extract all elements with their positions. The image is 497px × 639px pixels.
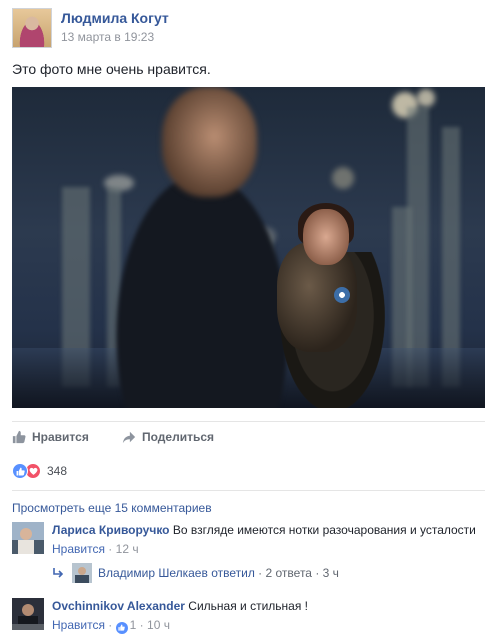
- meta-separator: ·: [108, 542, 113, 556]
- reply-time: 3 ч: [322, 566, 339, 580]
- like-icon: [12, 463, 28, 479]
- reply-separator: ·: [315, 566, 320, 580]
- commenter-avatar[interactable]: [12, 598, 44, 630]
- reply-count: 2 ответа: [265, 566, 312, 580]
- like-button[interactable]: Нравится: [12, 430, 89, 444]
- like-label: Нравится: [32, 430, 89, 444]
- comment-like-button[interactable]: Нравится: [52, 542, 105, 556]
- author-avatar[interactable]: [12, 8, 52, 48]
- post-author[interactable]: Людмила Когут: [61, 10, 169, 26]
- comment-time[interactable]: 10 ч: [147, 618, 170, 632]
- comment-meta: Нравится · 1 · 10 ч: [52, 618, 170, 634]
- post-timestamp[interactable]: 13 марта в 19:23: [61, 30, 154, 44]
- reply-separator: ·: [258, 566, 263, 580]
- comment-time[interactable]: 12 ч: [116, 542, 139, 556]
- meta-separator: ·: [108, 618, 113, 632]
- comment-text: Сильная и стильная !: [188, 599, 308, 613]
- comment-like-count[interactable]: 1: [130, 618, 137, 632]
- reply-avatar: [72, 563, 92, 583]
- post-text: Это фото мне очень нравится.: [12, 61, 211, 77]
- post-header: Людмила Когут 13 марта в 19:23: [12, 8, 482, 48]
- divider: [12, 490, 485, 491]
- reply-name: Владимир Шелкаев ответил: [98, 566, 255, 580]
- commenter-avatar[interactable]: [12, 522, 44, 554]
- share-button[interactable]: Поделиться: [122, 430, 214, 444]
- post-photo[interactable]: [12, 87, 485, 408]
- comment-body: Ovchinnikov Alexander Сильная и стильная…: [52, 599, 308, 613]
- replies-link[interactable]: Владимир Шелкаев ответил · 2 ответа · 3 …: [52, 563, 339, 583]
- comment-author[interactable]: Лариса Криворучко: [52, 523, 170, 537]
- reply-arrow-icon: [53, 568, 64, 578]
- comment-body: Лариса Криворучко Во взгляде имеются нот…: [52, 523, 476, 537]
- thumbs-up-icon: [12, 430, 26, 444]
- meta-separator: ·: [139, 618, 144, 632]
- like-icon: [115, 621, 128, 634]
- share-arrow-icon: [122, 431, 136, 444]
- share-label: Поделиться: [142, 430, 215, 444]
- reaction-count: 348: [47, 464, 68, 478]
- reactions-summary[interactable]: 348: [12, 462, 67, 480]
- view-more-comments-link[interactable]: Просмотреть еще 15 комментариев: [12, 501, 212, 515]
- comment-text: Во взгляде имеются нотки разочарования и…: [172, 523, 476, 537]
- comment-like-button[interactable]: Нравится: [52, 618, 105, 632]
- comment-meta: Нравится · 12 ч: [52, 542, 139, 556]
- comment-author[interactable]: Ovchinnikov Alexander: [52, 599, 185, 613]
- post-action-bar: Нравится Поделиться: [12, 421, 485, 451]
